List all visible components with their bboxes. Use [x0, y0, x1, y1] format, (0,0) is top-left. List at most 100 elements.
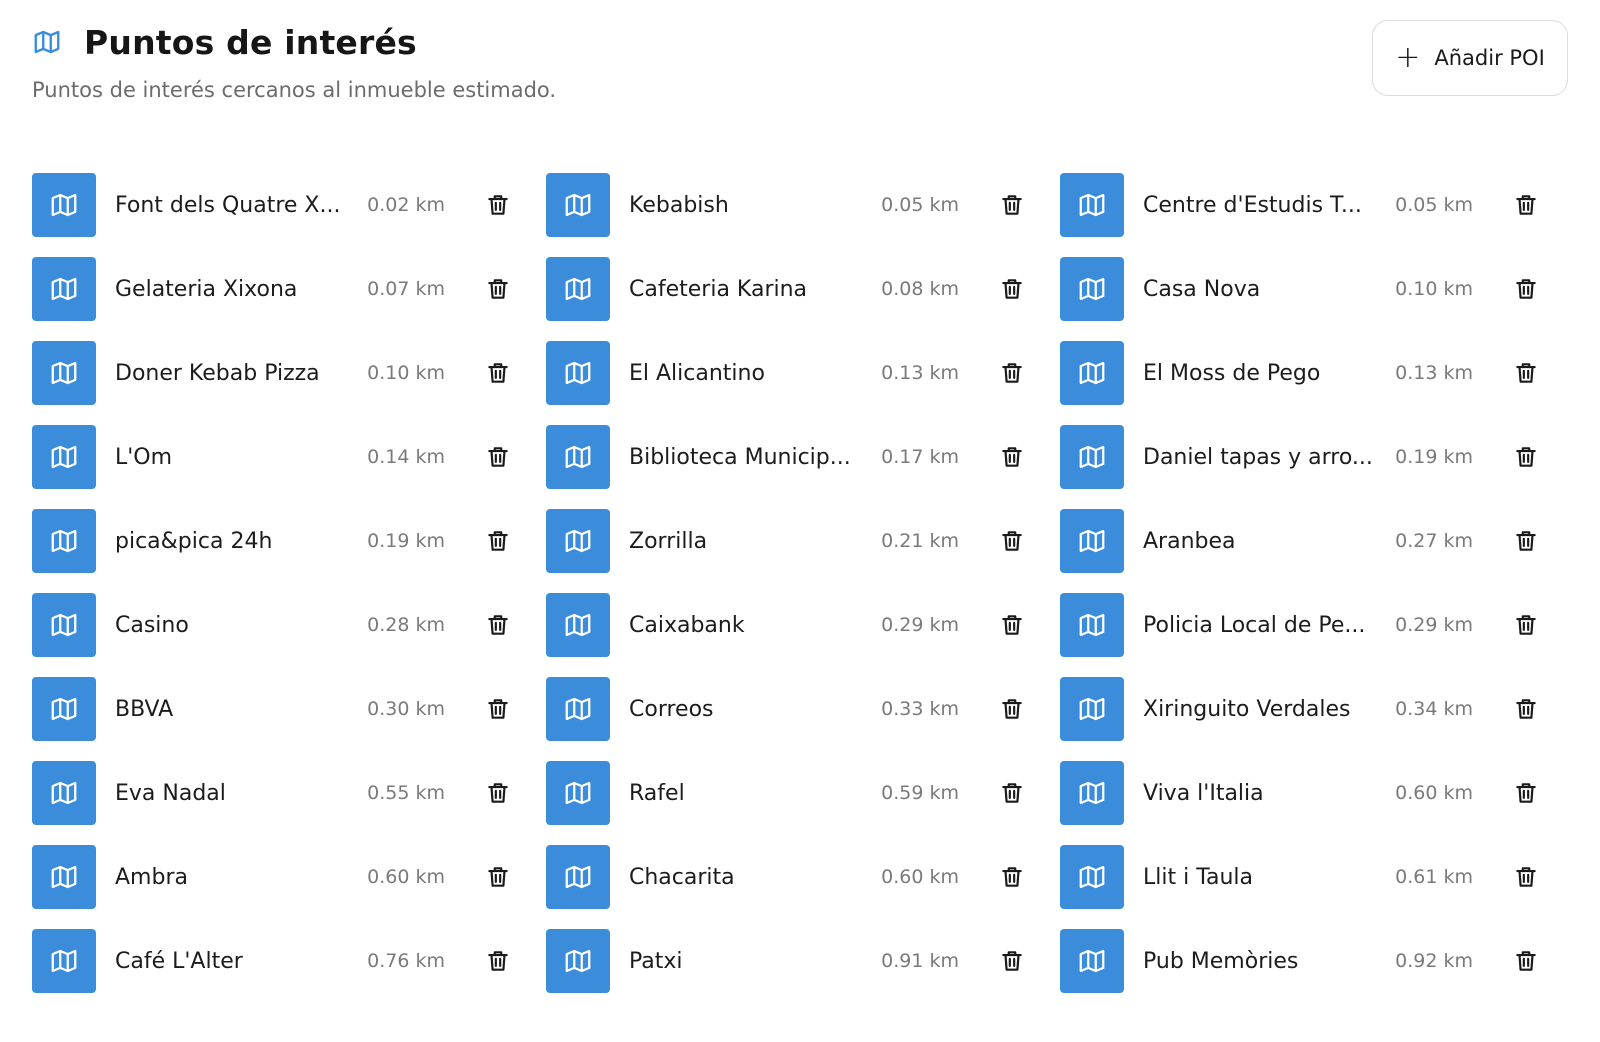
trash-icon[interactable] — [485, 863, 511, 891]
poi-name: Font dels Quatre X... — [115, 192, 341, 218]
poi-name: Policia Local de Pe... — [1143, 612, 1366, 638]
poi-item: Patxi 0.91 km — [546, 929, 1038, 993]
map-icon — [1060, 341, 1124, 405]
page-subtitle: Puntos de interés cercanos al inmueble e… — [32, 78, 557, 102]
poi-item: Aranbea 0.27 km — [1060, 509, 1552, 573]
map-icon — [546, 425, 610, 489]
map-icon — [32, 425, 96, 489]
poi-name: Casa Nova — [1143, 276, 1261, 302]
map-icon — [546, 929, 610, 993]
poi-item: Llit i Taula 0.61 km — [1060, 845, 1552, 909]
poi-distance: 0.91 km — [881, 950, 959, 972]
poi-name: Chacarita — [629, 864, 735, 890]
trash-icon[interactable] — [485, 947, 511, 975]
trash-icon[interactable] — [1513, 779, 1539, 807]
poi-item: Zorrilla 0.21 km — [546, 509, 1038, 573]
poi-item: BBVA 0.30 km — [32, 677, 524, 741]
trash-icon[interactable] — [1513, 695, 1539, 723]
poi-distance: 0.19 km — [367, 530, 445, 552]
poi-item: Caixabank 0.29 km — [546, 593, 1038, 657]
trash-icon[interactable] — [999, 695, 1025, 723]
poi-distance: 0.13 km — [881, 362, 959, 384]
poi-distance: 0.59 km — [881, 782, 959, 804]
header: Puntos de interés Puntos de interés cerc… — [32, 20, 1568, 120]
poi-name: El Alicantino — [629, 360, 765, 386]
poi-name: Cafeteria Karina — [629, 276, 808, 302]
poi-distance: 0.21 km — [881, 530, 959, 552]
trash-icon[interactable] — [999, 443, 1025, 471]
poi-distance: 0.14 km — [367, 446, 445, 468]
poi-name: Correos — [629, 696, 714, 722]
trash-icon[interactable] — [1513, 611, 1539, 639]
map-icon — [546, 257, 610, 321]
poi-item: Kebabish 0.05 km — [546, 173, 1038, 237]
map-icon — [32, 677, 96, 741]
map-icon — [32, 761, 96, 825]
trash-icon[interactable] — [999, 779, 1025, 807]
trash-icon[interactable] — [999, 191, 1025, 219]
poi-name: Pub Memòries — [1143, 948, 1299, 974]
trash-icon[interactable] — [485, 359, 511, 387]
poi-name: Kebabish — [629, 192, 729, 218]
map-icon — [32, 27, 62, 57]
map-icon — [1060, 257, 1124, 321]
trash-icon[interactable] — [1513, 527, 1539, 555]
trash-icon[interactable] — [999, 611, 1025, 639]
poi-distance: 0.92 km — [1395, 950, 1473, 972]
trash-icon[interactable] — [999, 527, 1025, 555]
map-icon — [1060, 761, 1124, 825]
poi-item: Café L'Alter 0.76 km — [32, 929, 524, 993]
poi-distance: 0.05 km — [881, 194, 959, 216]
map-icon — [1060, 845, 1124, 909]
poi-distance: 0.13 km — [1395, 362, 1473, 384]
trash-icon[interactable] — [1513, 443, 1539, 471]
poi-distance: 0.33 km — [881, 698, 959, 720]
trash-icon[interactable] — [485, 191, 511, 219]
poi-name: El Moss de Pego — [1143, 360, 1321, 386]
map-icon — [546, 341, 610, 405]
poi-item: Rafel 0.59 km — [546, 761, 1038, 825]
map-icon — [1060, 929, 1124, 993]
poi-item: L'Om 0.14 km — [32, 425, 524, 489]
poi-name: Viva l'Italia — [1143, 780, 1264, 806]
poi-name: Eva Nadal — [115, 780, 226, 806]
trash-icon[interactable] — [1513, 275, 1539, 303]
trash-icon[interactable] — [999, 863, 1025, 891]
poi-item: Casa Nova 0.10 km — [1060, 257, 1552, 321]
map-icon — [546, 173, 610, 237]
poi-item: Casino 0.28 km — [32, 593, 524, 657]
trash-icon[interactable] — [485, 695, 511, 723]
poi-distance: 0.60 km — [881, 866, 959, 888]
map-icon — [32, 509, 96, 573]
poi-distance: 0.07 km — [367, 278, 445, 300]
trash-icon[interactable] — [485, 779, 511, 807]
map-icon — [546, 677, 610, 741]
trash-icon[interactable] — [485, 527, 511, 555]
poi-item: Ambra 0.60 km — [32, 845, 524, 909]
poi-distance: 0.19 km — [1395, 446, 1473, 468]
poi-item: El Moss de Pego 0.13 km — [1060, 341, 1552, 405]
trash-icon[interactable] — [999, 947, 1025, 975]
trash-icon[interactable] — [1513, 191, 1539, 219]
poi-name: Llit i Taula — [1143, 864, 1254, 890]
poi-distance: 0.28 km — [367, 614, 445, 636]
poi-name: L'Om — [115, 444, 173, 470]
poi-distance: 0.17 km — [881, 446, 959, 468]
add-poi-button[interactable]: + Añadir POI — [1372, 20, 1568, 96]
trash-icon[interactable] — [485, 611, 511, 639]
trash-icon[interactable] — [1513, 359, 1539, 387]
poi-distance: 0.34 km — [1395, 698, 1473, 720]
trash-icon[interactable] — [485, 275, 511, 303]
poi-item: Font dels Quatre X... 0.02 km — [32, 173, 524, 237]
trash-icon[interactable] — [999, 275, 1025, 303]
trash-icon[interactable] — [485, 443, 511, 471]
poi-item: Viva l'Italia 0.60 km — [1060, 761, 1552, 825]
trash-icon[interactable] — [999, 359, 1025, 387]
poi-name: Doner Kebab Pizza — [115, 360, 320, 386]
poi-distance: 0.10 km — [1395, 278, 1473, 300]
trash-icon[interactable] — [1513, 863, 1539, 891]
poi-name: Gelateria Xixona — [115, 276, 298, 302]
trash-icon[interactable] — [1513, 947, 1539, 975]
poi-distance: 0.60 km — [367, 866, 445, 888]
poi-distance: 0.05 km — [1395, 194, 1473, 216]
